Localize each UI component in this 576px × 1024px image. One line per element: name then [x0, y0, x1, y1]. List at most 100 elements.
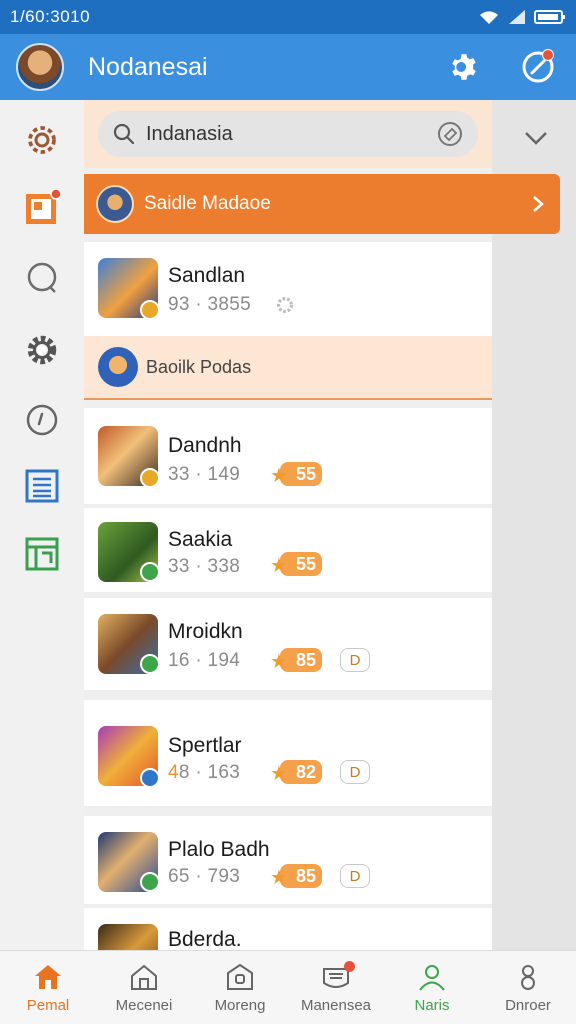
- tab-label: Manensea: [300, 997, 372, 1014]
- app-meta: 93 · 3855: [168, 294, 251, 316]
- download-tag: D: [340, 648, 370, 672]
- sidebar-item-gear[interactable]: [22, 120, 62, 160]
- featured-banner[interactable]: Saidle Madaoe: [84, 174, 560, 234]
- app-name: Bderda.: [168, 928, 242, 950]
- tab-label: Moreng: [214, 997, 266, 1014]
- app-badge: [140, 468, 160, 488]
- star-icon: ★: [270, 465, 288, 487]
- avatar[interactable]: [16, 43, 64, 91]
- app-name: Spertlar: [168, 734, 242, 757]
- sidebar-item-sheet[interactable]: [22, 534, 62, 574]
- tab-label: Mecenei: [115, 997, 173, 1014]
- app-meta: 48 · 163: [168, 762, 240, 784]
- download-tag: D: [340, 864, 370, 888]
- star-icon: ★: [270, 651, 288, 673]
- sidebar-item-compass[interactable]: [22, 400, 62, 440]
- section-icon: [98, 347, 138, 387]
- app-meta-b: 3 · 3855: [178, 294, 251, 315]
- home-icon: [35, 965, 61, 989]
- settings-button[interactable]: [442, 45, 486, 89]
- app-thumbnail: [98, 924, 158, 950]
- app-meta-a: 65: [168, 866, 190, 887]
- section-header[interactable]: Baoilk Podas: [84, 336, 492, 400]
- rating-value: 82: [296, 761, 317, 782]
- rating-badge: ★ 85: [270, 864, 323, 889]
- rating-badge: ★ 85: [270, 648, 323, 673]
- tab-store[interactable]: Moreng: [192, 951, 288, 1024]
- sidebar-item-list[interactable]: [22, 466, 62, 506]
- app-badge: [140, 654, 160, 674]
- list-icon: [25, 469, 59, 503]
- more-icon: [521, 965, 535, 990]
- clear-icon[interactable]: [436, 120, 464, 148]
- notification-badge: [542, 49, 554, 61]
- rating-badge: ★ 55: [270, 462, 323, 487]
- banner-icon: [96, 185, 134, 223]
- star-icon: ★: [270, 763, 288, 785]
- signal-icon: [509, 10, 525, 24]
- edit-button[interactable]: [516, 45, 560, 89]
- list-item[interactable]: Dandnh 33 · 149 ★ 55: [84, 408, 492, 504]
- battery-icon: [534, 10, 565, 24]
- sidebar-item-settings[interactable]: [22, 330, 62, 370]
- rating-value: 85: [296, 865, 317, 886]
- list-item[interactable]: Sandlan 93 · 3855: [84, 242, 492, 336]
- status-bar: 1/60:3010: [0, 0, 576, 34]
- list-item[interactable]: Mroidkn 16 · 194 ★ 85 D: [84, 598, 492, 690]
- bottom-nav: Pemal Mecenei Moreng Manensea Naris Dnro…: [0, 950, 576, 1024]
- list-item[interactable]: Spertlar 48 · 163 ★ 82 D: [84, 700, 492, 806]
- notice-board-icon: [26, 189, 61, 224]
- app-meta-a: 4: [168, 762, 179, 783]
- tab-house[interactable]: Mecenei: [96, 951, 192, 1024]
- list-item[interactable]: Bderda.: [84, 908, 492, 950]
- gear-small-icon: [276, 296, 294, 314]
- tab-label: Pemal: [26, 997, 70, 1014]
- banner-label: Saidle Madaoe: [144, 193, 271, 214]
- search-area: [84, 100, 492, 168]
- person-icon: [419, 965, 445, 991]
- app-meta: 65 · 793: [168, 866, 240, 888]
- tab-badge: [343, 961, 355, 972]
- search-icon: [113, 123, 135, 145]
- app-meta-b: · 149: [189, 464, 241, 485]
- chevron-down-icon[interactable]: [522, 124, 550, 152]
- app-meta-a: 9: [168, 294, 179, 315]
- tab-more[interactable]: Dnroer: [480, 951, 576, 1024]
- sidebar-item-chat[interactable]: [22, 258, 62, 298]
- section-label: Baoilk Podas: [146, 356, 252, 377]
- app-badge: [140, 768, 160, 788]
- tab-label: Naris: [414, 997, 450, 1014]
- app-meta-a: 33: [168, 556, 190, 577]
- gear-outline-icon: [28, 126, 56, 154]
- rating-badge: ★ 55: [270, 552, 323, 577]
- app-name: Saakia: [168, 528, 233, 551]
- tab-inbox[interactable]: Manensea: [288, 951, 384, 1024]
- tab-home[interactable]: Pemal: [0, 951, 96, 1024]
- status-time: 1/60:3010: [10, 7, 91, 26]
- rating-value: 85: [296, 649, 317, 670]
- list-item[interactable]: Plalo Badh 65 · 793 ★ 85 D: [84, 816, 492, 904]
- house-outline-icon: [131, 964, 157, 990]
- rating-value: 55: [296, 553, 317, 574]
- chat-bubble-icon: [27, 262, 57, 293]
- tab-profile[interactable]: Naris: [384, 951, 480, 1024]
- compass-icon: [26, 404, 58, 436]
- search-input[interactable]: [146, 122, 436, 146]
- app-meta-b: · 338: [189, 556, 241, 577]
- star-icon: ★: [270, 867, 288, 889]
- app-name: Dandnh: [168, 434, 242, 457]
- app-meta: 33 · 338: [168, 556, 240, 578]
- app-meta: 33 · 149: [168, 464, 240, 486]
- app-meta-a: 33: [168, 464, 190, 485]
- list-item[interactable]: Saakia 33 · 338 ★ 55: [84, 508, 492, 592]
- sidebar-item-board[interactable]: [22, 188, 62, 228]
- rating-badge: ★ 82: [270, 760, 323, 785]
- search-bar[interactable]: [98, 111, 478, 157]
- settings-icon: [452, 54, 476, 80]
- wifi-icon: [480, 11, 498, 24]
- app-bar: Nodanesai: [0, 34, 576, 100]
- gear-icon: [27, 335, 57, 365]
- rating-value: 55: [296, 463, 317, 484]
- sidebar: [0, 100, 84, 950]
- app-meta-a: 16: [168, 650, 190, 671]
